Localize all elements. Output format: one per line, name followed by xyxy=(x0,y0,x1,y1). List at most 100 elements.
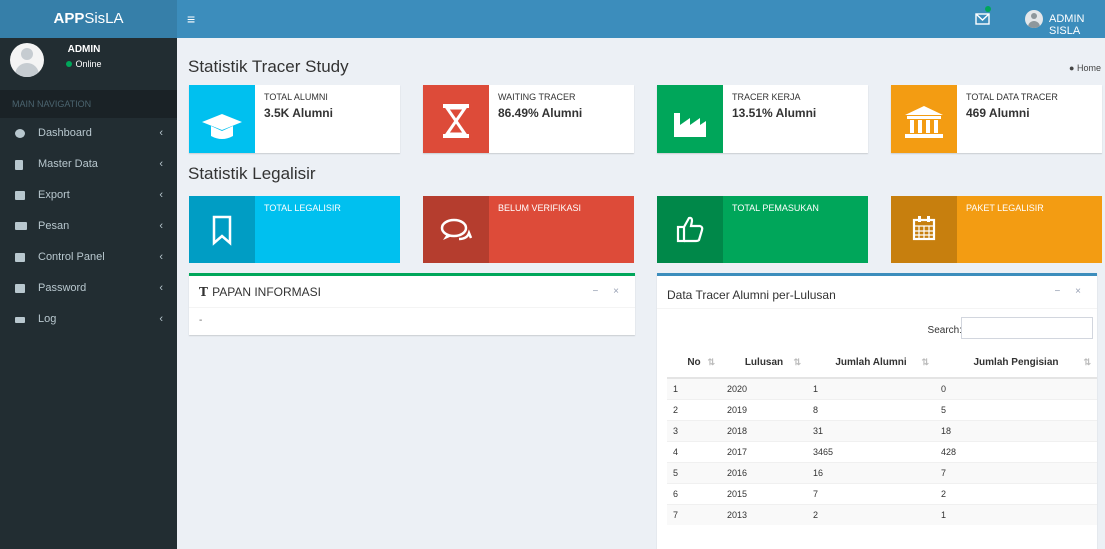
cell-no: 6 xyxy=(667,482,721,504)
user-panel: ADMIN Online xyxy=(0,38,177,90)
cell-lulusan: 2017 xyxy=(721,440,807,462)
brand-light: SisLA xyxy=(84,10,124,27)
cell-lulusan: 2016 xyxy=(721,461,807,483)
cell-jumlah-pengisian: 7 xyxy=(935,461,1097,483)
chevron-left-icon: ‹ xyxy=(159,282,163,294)
text-height-icon: T xyxy=(199,285,213,299)
sidebar-header: MAIN NAVIGATION xyxy=(0,90,177,118)
info-box-value: 3.5K Alumni xyxy=(264,106,333,120)
data-tracer-table: No ⇅ Lulusan ⇅ Jumlah Alumni ⇅ Jumlah Pengi… xyxy=(667,348,1097,525)
sidebar-item-pesan[interactable]: Pesan ‹ xyxy=(0,211,177,242)
file-icon xyxy=(15,160,23,170)
box-tools[interactable]: − × xyxy=(1055,286,1087,297)
sort-icon: ⇅ xyxy=(793,357,801,367)
export-icon xyxy=(15,191,25,200)
column-header-jumlah-pengisian[interactable]: Jumlah Pengisian ⇅ xyxy=(935,348,1097,379)
chevron-left-icon: ‹ xyxy=(159,251,163,263)
sort-icon: ⇅ xyxy=(707,357,715,367)
bookmark-icon xyxy=(189,196,255,263)
sidebar-user-name: ADMIN xyxy=(67,44,101,55)
column-header-jumlah-alumni[interactable]: Jumlah Alumni ⇅ xyxy=(807,348,935,379)
info-box-label: TRACER KERJA xyxy=(732,92,801,102)
table-row: 2 2019 8 5 xyxy=(667,398,1097,420)
cell-jumlah-alumni: 16 xyxy=(807,461,935,483)
search-input[interactable] xyxy=(961,317,1093,339)
sidebar-user-status: Online xyxy=(52,59,116,69)
cell-jumlah-alumni: 3465 xyxy=(807,440,935,462)
hourglass-icon xyxy=(423,85,489,153)
random-icon xyxy=(15,317,25,323)
info-box-total-legalisir: TOTAL LEGALISIR xyxy=(189,196,400,263)
sidebar-item-dashboard[interactable]: Dashboard ‹ xyxy=(0,118,177,149)
cell-jumlah-pengisian: 5 xyxy=(935,398,1097,420)
sidebar-item-password[interactable]: Password ‹ xyxy=(0,273,177,304)
user-avatar-icon[interactable] xyxy=(1025,10,1043,28)
table-row: 5 2016 16 7 xyxy=(667,461,1097,483)
page-title-legalisir: Statistik Legalisir xyxy=(188,164,316,183)
box-tools[interactable]: − × xyxy=(593,286,625,297)
brand-logo[interactable]: APPSisLA xyxy=(0,0,177,38)
sidebar-item-control-panel[interactable]: Control Panel ‹ xyxy=(0,242,177,273)
navbar: ≡ ADMIN SISLA xyxy=(177,0,1105,38)
cell-jumlah-pengisian: 1 xyxy=(935,503,1097,525)
sidebar-item-master-data[interactable]: Master Data ‹ xyxy=(0,149,177,180)
papan-body: - xyxy=(199,315,203,326)
graduation-cap-icon xyxy=(189,85,255,153)
info-box-value: 469 Alumni xyxy=(966,106,1030,120)
cell-jumlah-pengisian: 428 xyxy=(935,440,1097,462)
notification-badge xyxy=(985,6,991,12)
info-box-label: TOTAL DATA TRACER xyxy=(966,92,1058,102)
sort-icon: ⇅ xyxy=(921,357,929,367)
main-content: Statistik Tracer Study ● Home TOTAL ALUM… xyxy=(177,38,1105,549)
cell-jumlah-alumni: 31 xyxy=(807,419,935,441)
cell-no: 1 xyxy=(667,377,721,399)
sidebar-toggle-icon[interactable]: ≡ xyxy=(187,11,195,27)
cell-lulusan: 2015 xyxy=(721,482,807,504)
info-box-belum-verifikasi: BELUM VERIFIKASI xyxy=(423,196,634,263)
chevron-left-icon: ‹ xyxy=(159,220,163,232)
online-dot-icon xyxy=(66,61,73,67)
dashboard-icon: ● xyxy=(1069,63,1077,73)
info-box-label: BELUM VERIFIKASI xyxy=(498,203,582,213)
sidebar-item-export[interactable]: Export ‹ xyxy=(0,180,177,211)
info-box-waiting-tracer: WAITING TRACER 86.49% Alumni xyxy=(423,85,634,153)
column-header-lulusan[interactable]: Lulusan ⇅ xyxy=(721,348,807,379)
sidebar-item-log[interactable]: Log ‹ xyxy=(0,304,177,335)
info-box-paket-legalisir: PAKET LEGALISIR xyxy=(891,196,1102,263)
info-box-value: 86.49% Alumni xyxy=(498,106,583,120)
sliders-icon xyxy=(15,253,25,262)
data-tracer-box: Data Tracer Alumni per-Lulusan − × Searc… xyxy=(657,273,1097,549)
brand-bold: APP xyxy=(53,10,85,27)
cell-no: 7 xyxy=(667,503,721,525)
cell-lulusan: 2019 xyxy=(721,398,807,420)
dashboard-icon xyxy=(15,129,25,138)
search-label: Search: xyxy=(927,325,962,336)
data-tracer-title: Data Tracer Alumni per-Lulusan xyxy=(667,288,836,302)
sort-icon: ⇅ xyxy=(1083,357,1091,367)
cell-jumlah-alumni: 2 xyxy=(807,503,935,525)
cell-no: 5 xyxy=(667,461,721,483)
sidebar-avatar xyxy=(10,43,44,77)
info-box-label: TOTAL ALUMNI xyxy=(264,92,328,102)
cell-jumlah-pengisian: 18 xyxy=(935,419,1097,441)
info-box-label: PAKET LEGALISIR xyxy=(966,203,1044,213)
breadcrumb[interactable]: ● Home xyxy=(1069,63,1101,73)
table-row: 6 2015 7 2 xyxy=(667,482,1097,504)
page-title-tracer: Statistik Tracer Study xyxy=(188,57,349,76)
cell-jumlah-alumni: 7 xyxy=(807,482,935,504)
envelope-icon[interactable] xyxy=(974,10,992,28)
table-row: 7 2013 2 1 xyxy=(667,503,1097,525)
calendar-icon xyxy=(891,196,957,263)
table-row: 4 2017 3465 428 xyxy=(667,440,1097,462)
cell-jumlah-pengisian: 2 xyxy=(935,482,1097,504)
user-menu-name[interactable]: ADMIN SISLA xyxy=(1049,13,1105,37)
cell-no: 4 xyxy=(667,440,721,462)
lock-icon xyxy=(15,284,25,293)
industry-icon xyxy=(657,85,723,153)
chevron-left-icon: ‹ xyxy=(159,313,163,325)
sidebar: ADMIN Online MAIN NAVIGATION Dashboard ‹ … xyxy=(0,38,177,549)
cell-lulusan: 2013 xyxy=(721,503,807,525)
column-header-no[interactable]: No ⇅ xyxy=(667,348,721,379)
folder-icon xyxy=(15,222,27,230)
chevron-left-icon: ‹ xyxy=(159,127,163,139)
